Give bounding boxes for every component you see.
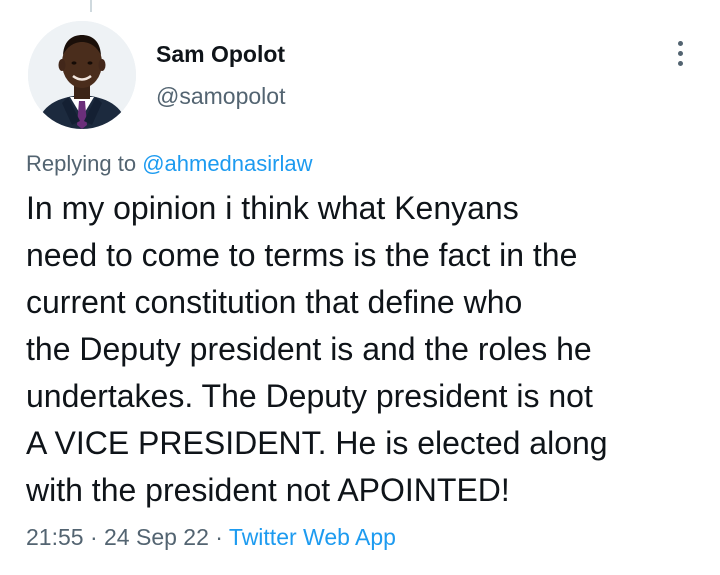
tweet-text-line: need to come to terms is the fact in the [26, 237, 578, 273]
tweet-text-line: current constitution that define who [26, 284, 523, 320]
more-options-button[interactable] [664, 36, 696, 70]
tweet-time[interactable]: 21:55 [26, 524, 84, 550]
tweet-text-line: the Deputy president is and the roles he [26, 331, 592, 367]
tweet: Sam Opolot @samopolot Replying to @ahmed… [0, 0, 720, 575]
tweet-metadata: 21:55 · 24 Sep 22 · Twitter Web App [26, 521, 396, 553]
tweet-text-line: In my opinion i think what Kenyans [26, 190, 519, 226]
author-display-name[interactable]: Sam Opolot [156, 40, 285, 68]
tweet-text-line: A VICE PRESIDENT. He is elected along [26, 425, 608, 461]
more-vertical-icon [677, 40, 683, 46]
avatar[interactable] [28, 21, 136, 129]
tweet-text: In my opinion i think what Kenyans need … [26, 185, 706, 514]
replying-to: Replying to @ahmednasirlaw [26, 149, 312, 179]
reply-mention-link[interactable]: @ahmednasirlaw [142, 151, 312, 176]
replying-to-label: Replying to [26, 151, 143, 176]
meta-separator: · [208, 524, 229, 550]
author-handle[interactable]: @samopolot [156, 82, 285, 110]
more-vertical-icon [677, 60, 683, 66]
profile-photo-icon [28, 21, 136, 129]
tweet-source-link[interactable]: Twitter Web App [229, 524, 396, 550]
tweet-text-line: undertakes. The Deputy president is not [26, 378, 593, 414]
meta-separator: · [83, 524, 105, 550]
more-vertical-icon [677, 50, 683, 56]
tweet-date[interactable]: 24 Sep 22 [104, 524, 209, 550]
tweet-text-line: with the president not APOINTED! [26, 472, 510, 508]
